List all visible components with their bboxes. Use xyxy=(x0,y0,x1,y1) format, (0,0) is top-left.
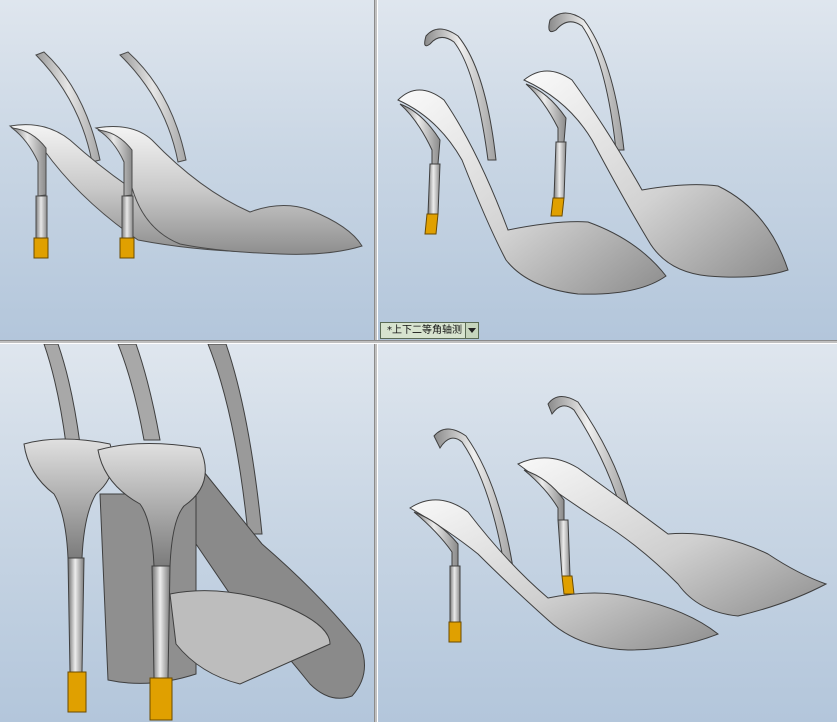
viewport-bottom-left[interactable] xyxy=(0,344,374,722)
viewport-top-left[interactable] xyxy=(0,0,374,340)
shoe-pair-dimetric-view xyxy=(397,12,789,295)
chevron-down-icon[interactable] xyxy=(465,323,478,338)
viewport-bottom-right[interactable] xyxy=(378,344,837,722)
shoe-back xyxy=(517,396,828,617)
view-orientation-label: *上下二等角轴测 xyxy=(387,325,462,336)
viewport-splitter-vertical[interactable] xyxy=(374,0,378,722)
shoe-pair-side-view xyxy=(8,51,363,259)
view-orientation-dropdown[interactable]: *上下二等角轴测 xyxy=(380,322,479,339)
viewport-grid: *上下二等角轴测 xyxy=(0,0,837,722)
viewport-top-right[interactable] xyxy=(378,0,837,340)
heel-left xyxy=(23,438,114,713)
shoe-pair-isometric-view xyxy=(409,396,828,651)
shoe-pair-rear-view xyxy=(23,344,365,721)
viewport-splitter-horizontal[interactable] xyxy=(0,340,837,344)
